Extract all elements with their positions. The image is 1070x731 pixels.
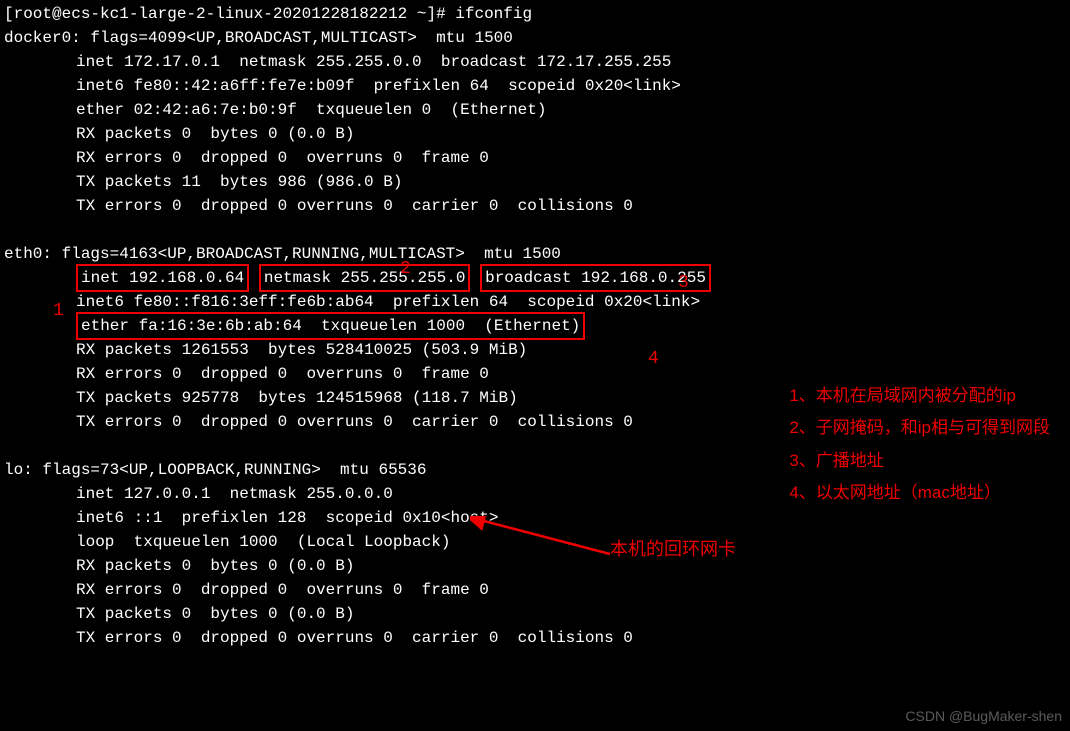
eth0-header: eth0: flags=4163<UP,BROADCAST,RUNNING,MU… <box>4 242 1066 266</box>
annotation-num-3: 3 <box>678 270 689 297</box>
lo-inet6: inet6 ::1 prefixlen 128 scopeid 0x10<hos… <box>4 506 1066 530</box>
lo-loop: loop txqueuelen 1000 (Local Loopback) <box>4 530 1066 554</box>
annotation-list: 1、本机在局域网内被分配的ip 2、子网掩码，和ip相与可得到网段 3、广播地址… <box>789 380 1050 509</box>
annotation-num-4: 4 <box>648 346 659 373</box>
eth0-ether-box: ether fa:16:3e:6b:ab:64 txqueuelen 1000 … <box>76 312 585 340</box>
docker0-ether: ether 02:42:a6:7e:b0:9f txqueuelen 0 (Et… <box>4 98 1066 122</box>
annotation-2: 2、子网掩码，和ip相与可得到网段 <box>789 412 1050 444</box>
eth0-netmask-box: netmask 255.255.255.0 <box>259 264 471 292</box>
lo-tx-errors: TX errors 0 dropped 0 overruns 0 carrier… <box>4 626 1066 650</box>
docker0-tx-packets: TX packets 11 bytes 986 (986.0 B) <box>4 170 1066 194</box>
annotation-3: 3、广播地址 <box>789 445 1050 477</box>
docker0-tx-errors: TX errors 0 dropped 0 overruns 0 carrier… <box>4 194 1066 218</box>
lo-rx-packets: RX packets 0 bytes 0 (0.0 B) <box>4 554 1066 578</box>
loopback-label: 本机的回环网卡 <box>610 536 736 563</box>
annotation-4: 4、以太网地址（mac地址） <box>789 477 1050 509</box>
eth0-rx-packets: RX packets 1261553 bytes 528410025 (503.… <box>4 338 1066 362</box>
terminal-output: [root@ecs-kc1-large-2-linux-202012281822… <box>4 2 1066 650</box>
eth0-inet-line: inet 192.168.0.64 netmask 255.255.255.0 … <box>4 266 1066 290</box>
docker0-header: docker0: flags=4099<UP,BROADCAST,MULTICA… <box>4 26 1066 50</box>
annotation-num-1: 1 <box>53 298 64 325</box>
prompt-line: [root@ecs-kc1-large-2-linux-202012281822… <box>4 2 1066 26</box>
docker0-rx-packets: RX packets 0 bytes 0 (0.0 B) <box>4 122 1066 146</box>
docker0-rx-errors: RX errors 0 dropped 0 overruns 0 frame 0 <box>4 146 1066 170</box>
lo-tx-packets: TX packets 0 bytes 0 (0.0 B) <box>4 602 1066 626</box>
eth0-inet-box: inet 192.168.0.64 <box>76 264 249 292</box>
annotation-1: 1、本机在局域网内被分配的ip <box>789 380 1050 412</box>
docker0-inet: inet 172.17.0.1 netmask 255.255.0.0 broa… <box>4 50 1066 74</box>
annotation-num-2: 2 <box>400 256 411 283</box>
watermark: CSDN @BugMaker-shen <box>905 706 1062 727</box>
docker0-inet6: inet6 fe80::42:a6ff:fe7e:b09f prefixlen … <box>4 74 1066 98</box>
lo-rx-errors: RX errors 0 dropped 0 overruns 0 frame 0 <box>4 578 1066 602</box>
eth0-broadcast-box: broadcast 192.168.0.255 <box>480 264 711 292</box>
eth0-inet6: inet6 fe80::f816:3eff:fe6b:ab64 prefixle… <box>4 290 1066 314</box>
eth0-ether-line: ether fa:16:3e:6b:ab:64 txqueuelen 1000 … <box>4 314 1066 338</box>
